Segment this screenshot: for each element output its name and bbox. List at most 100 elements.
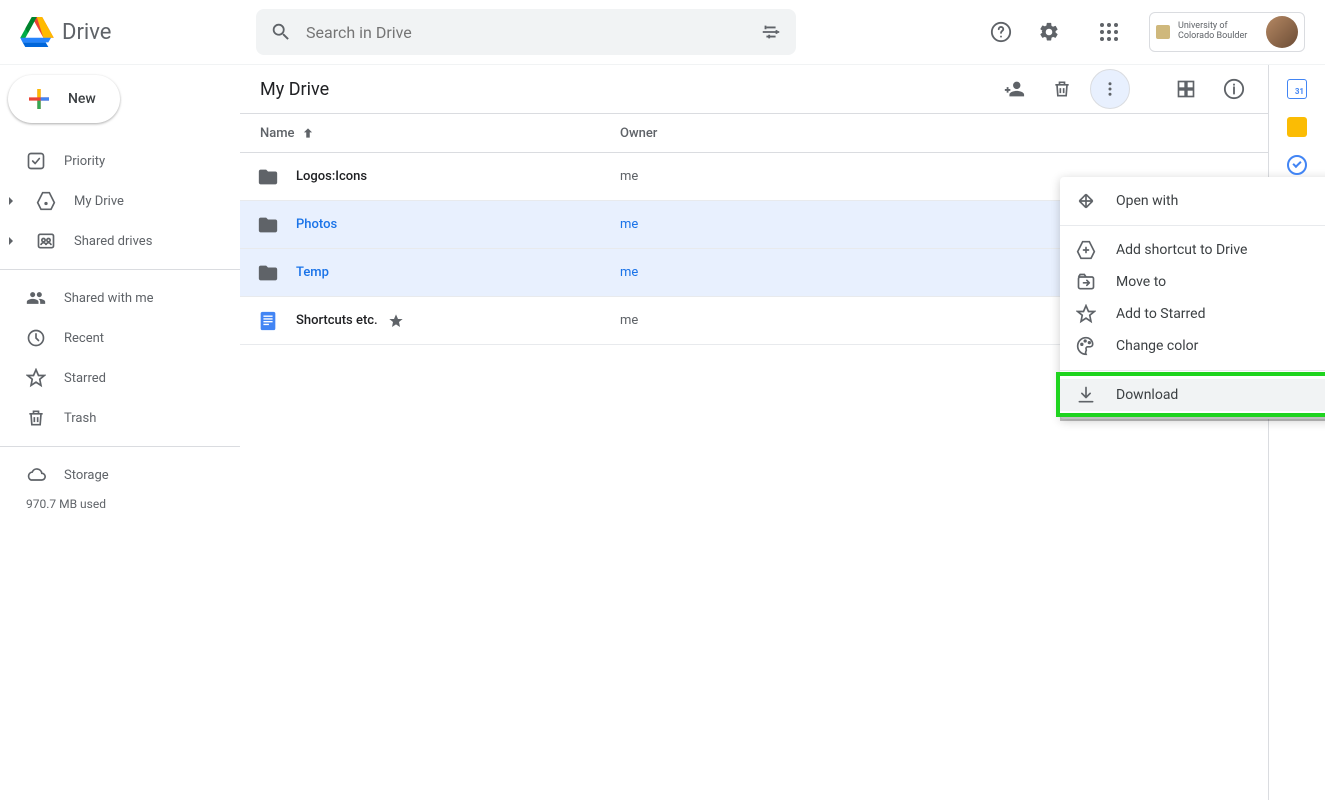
menu-label: Download: [1116, 387, 1178, 403]
new-button-label: New: [68, 91, 96, 107]
org-name: University of Colorado Boulder: [1178, 22, 1258, 42]
move-icon: [1076, 272, 1096, 292]
column-name[interactable]: Name: [240, 126, 620, 141]
sidebar-item-mydrive[interactable]: My Drive: [0, 181, 240, 221]
menu-open-with[interactable]: Open with: [1060, 185, 1325, 217]
trash-icon: [26, 408, 46, 428]
shared-drives-icon: [36, 231, 56, 251]
file-name: Shortcuts etc.: [296, 313, 620, 329]
sidebar-item-label: Trash: [64, 411, 96, 426]
caret-right-icon[interactable]: [4, 236, 18, 246]
sidebar-separator: [0, 446, 240, 447]
sidebar-separator: [0, 269, 240, 270]
header-right: University of Colorado Boulder: [981, 12, 1317, 52]
starred-icon: [388, 313, 404, 329]
sidebar-item-storage[interactable]: Storage: [0, 455, 240, 495]
open-with-icon: [1076, 191, 1096, 211]
header: Drive University of Colorado Boulder: [0, 0, 1325, 64]
sidebar-item-label: Storage: [64, 468, 109, 483]
org-logo-icon: [1156, 25, 1170, 39]
table-header: Name Owner: [240, 113, 1268, 153]
menu-add-shortcut[interactable]: Add shortcut to Drive: [1060, 234, 1325, 266]
sidebar-item-priority[interactable]: Priority: [0, 141, 240, 181]
sidebar-item-starred[interactable]: Starred: [0, 358, 240, 398]
palette-icon: [1076, 336, 1096, 356]
shared-icon: [26, 288, 46, 308]
sidebar-item-shareddrives[interactable]: Shared drives: [0, 221, 240, 261]
cloud-icon: [26, 465, 46, 485]
sidebar-item-label: Priority: [64, 154, 105, 169]
share-button[interactable]: [994, 69, 1034, 109]
drive-logo-icon: [20, 17, 54, 47]
new-button[interactable]: New: [8, 75, 120, 123]
file-name: Logos:Icons: [296, 169, 620, 184]
star-icon: [26, 368, 46, 388]
account-switcher[interactable]: University of Colorado Boulder: [1149, 12, 1305, 52]
folder-icon: [257, 214, 279, 236]
recent-icon: [26, 328, 46, 348]
help-button[interactable]: [981, 12, 1021, 52]
plus-icon: [24, 84, 54, 114]
caret-right-icon[interactable]: [4, 196, 18, 206]
menu-label: Add shortcut to Drive: [1116, 242, 1247, 258]
file-owner: me: [620, 169, 820, 184]
calendar-app-icon[interactable]: 31: [1287, 79, 1307, 99]
file-name: Photos: [296, 217, 620, 232]
download-icon: [1076, 385, 1096, 405]
sort-asc-icon: [301, 126, 315, 140]
menu-label: Add to Starred: [1116, 306, 1205, 322]
shortcut-icon: [1076, 240, 1096, 260]
details-button[interactable]: [1214, 69, 1254, 109]
main: My Drive: [240, 65, 1325, 800]
sidebar-item-label: Recent: [64, 331, 104, 346]
folder-icon: [257, 262, 279, 284]
star-icon: [1076, 304, 1096, 324]
sidebar: New Priority My Drive Shared drives Shar…: [0, 65, 240, 800]
sidebar-item-sharedwithme[interactable]: Shared with me: [0, 278, 240, 318]
sidebar-item-label: My Drive: [74, 194, 124, 209]
menu-label: Change color: [1116, 338, 1198, 354]
keep-app-icon[interactable]: [1287, 117, 1307, 137]
menu-label: Move to: [1116, 274, 1166, 290]
storage-usage: 970.7 MB used: [0, 497, 240, 511]
menu-change-color[interactable]: Change color: [1060, 330, 1325, 362]
settings-button[interactable]: [1029, 12, 1069, 52]
menu-separator: [1060, 370, 1325, 371]
column-owner[interactable]: Owner: [620, 126, 820, 141]
sidebar-item-label: Shared with me: [64, 291, 154, 306]
search-input[interactable]: [306, 23, 746, 42]
app-name: Drive: [62, 20, 111, 45]
apps-button[interactable]: [1089, 12, 1129, 52]
sidebar-nav: Priority My Drive Shared drives Shared w…: [0, 141, 240, 511]
column-name-label: Name: [260, 126, 295, 141]
menu-download[interactable]: Download: [1060, 379, 1325, 411]
grid-view-button[interactable]: [1166, 69, 1206, 109]
sidebar-item-recent[interactable]: Recent: [0, 318, 240, 358]
selection-toolbar: [994, 65, 1268, 113]
body: New Priority My Drive Shared drives Shar…: [0, 64, 1325, 800]
menu-separator: [1060, 225, 1325, 226]
file-owner: me: [620, 265, 820, 280]
menu-move-to[interactable]: Move to: [1060, 266, 1325, 298]
logo-area[interactable]: Drive: [8, 17, 256, 47]
menu-label: Open with: [1116, 193, 1178, 209]
priority-icon: [26, 151, 46, 171]
context-menu: Open with Add shortcut to Drive Move to …: [1060, 177, 1325, 419]
tasks-app-icon[interactable]: [1287, 155, 1307, 175]
more-actions-button[interactable]: [1090, 69, 1130, 109]
search-icon: [270, 21, 292, 43]
delete-button[interactable]: [1042, 69, 1082, 109]
side-panel: 31 +: [1269, 65, 1325, 800]
content: My Drive: [240, 65, 1269, 800]
menu-add-starred[interactable]: Add to Starred: [1060, 298, 1325, 330]
file-owner: me: [620, 217, 820, 232]
file-name: Temp: [296, 265, 620, 280]
search-options-icon[interactable]: [760, 21, 782, 43]
sidebar-item-trash[interactable]: Trash: [0, 398, 240, 438]
sidebar-item-label: Shared drives: [74, 234, 152, 249]
avatar: [1266, 16, 1298, 48]
folder-icon: [257, 166, 279, 188]
search-bar[interactable]: [256, 9, 796, 55]
sidebar-item-label: Starred: [64, 371, 106, 386]
mydrive-icon: [36, 191, 56, 211]
